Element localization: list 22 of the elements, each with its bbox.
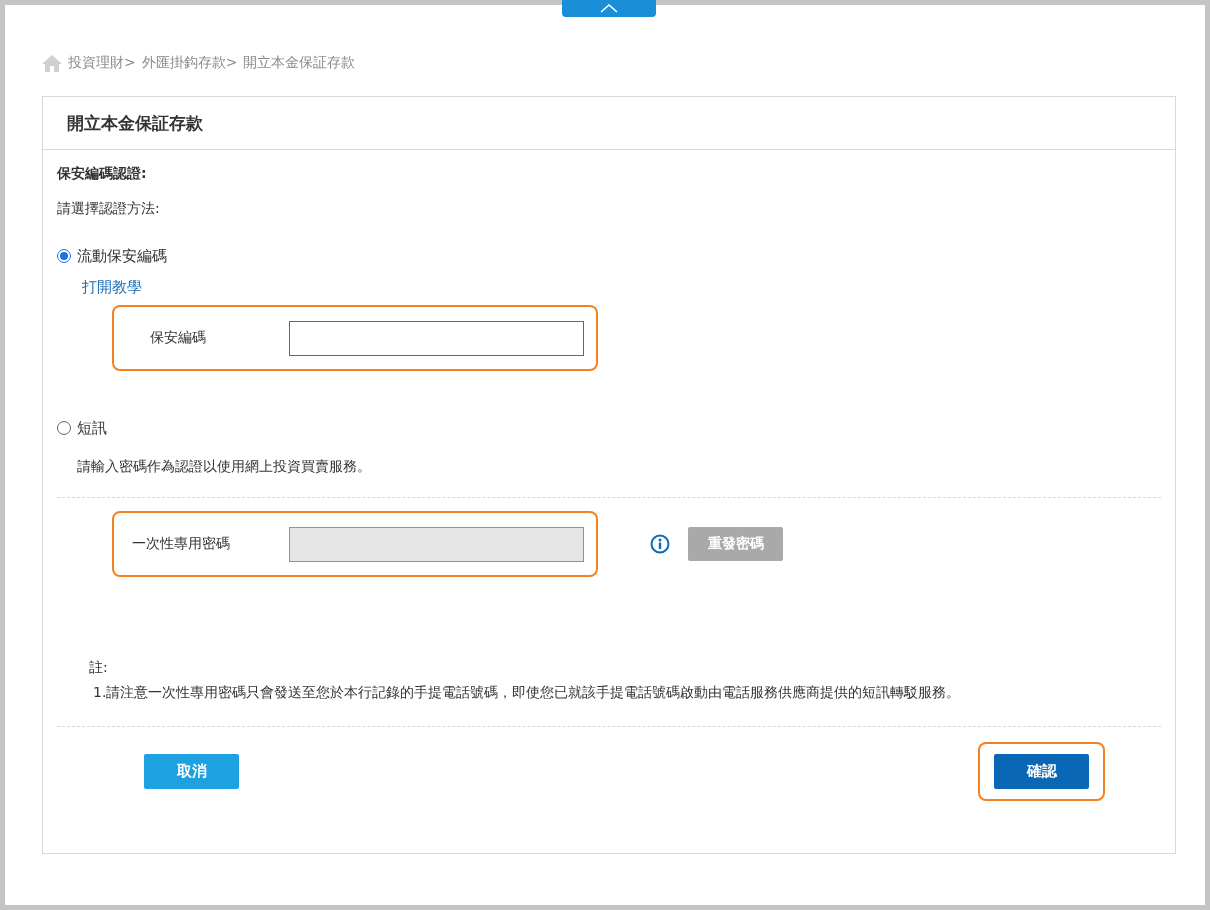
field-label: 一次性專用密碼: [132, 535, 231, 553]
input-field[interactable]: [289, 320, 584, 356]
description-text: 請輸入密碼作為認證以使用網上投資買賣服務。: [77, 458, 372, 476]
breadcrumb-current: 開立本金保証存款: [243, 54, 356, 72]
note-title: 註:: [88, 658, 109, 677]
section-title: 保安編碼認證:: [57, 164, 148, 183]
prompt-text: 請選擇認證方法:: [57, 199, 161, 218]
confirm-button[interactable]: 確認: [994, 754, 1089, 789]
radio-button[interactable]: [57, 249, 71, 263]
radio-label[interactable]: 流動保安編碼: [77, 246, 167, 266]
info-icon[interactable]: [650, 534, 670, 554]
cancel-button[interactable]: 取消: [144, 754, 239, 789]
tutorial-link[interactable]: 打開教學: [82, 278, 142, 297]
collapse-button[interactable]: [562, 0, 656, 17]
radio-button[interactable]: [57, 421, 71, 435]
note-text: 1.請注意一次性專用密碼只會發送至您於本行記錄的手提電話號碼，即使您已就該手提電話號碼啟動由電話服務供應商提供的短訊轉駁服務。: [92, 683, 962, 702]
breadcrumb-link[interactable]: 外匯掛鈎存款>: [141, 54, 238, 72]
card-title: 開立本金保証存款: [67, 111, 203, 135]
breadcrumb-link[interactable]: 投資理財>: [68, 54, 136, 72]
chevron-up-icon: [600, 4, 618, 13]
field-label: 保安編碼: [149, 329, 207, 347]
radio-label[interactable]: 短訊: [77, 418, 107, 438]
